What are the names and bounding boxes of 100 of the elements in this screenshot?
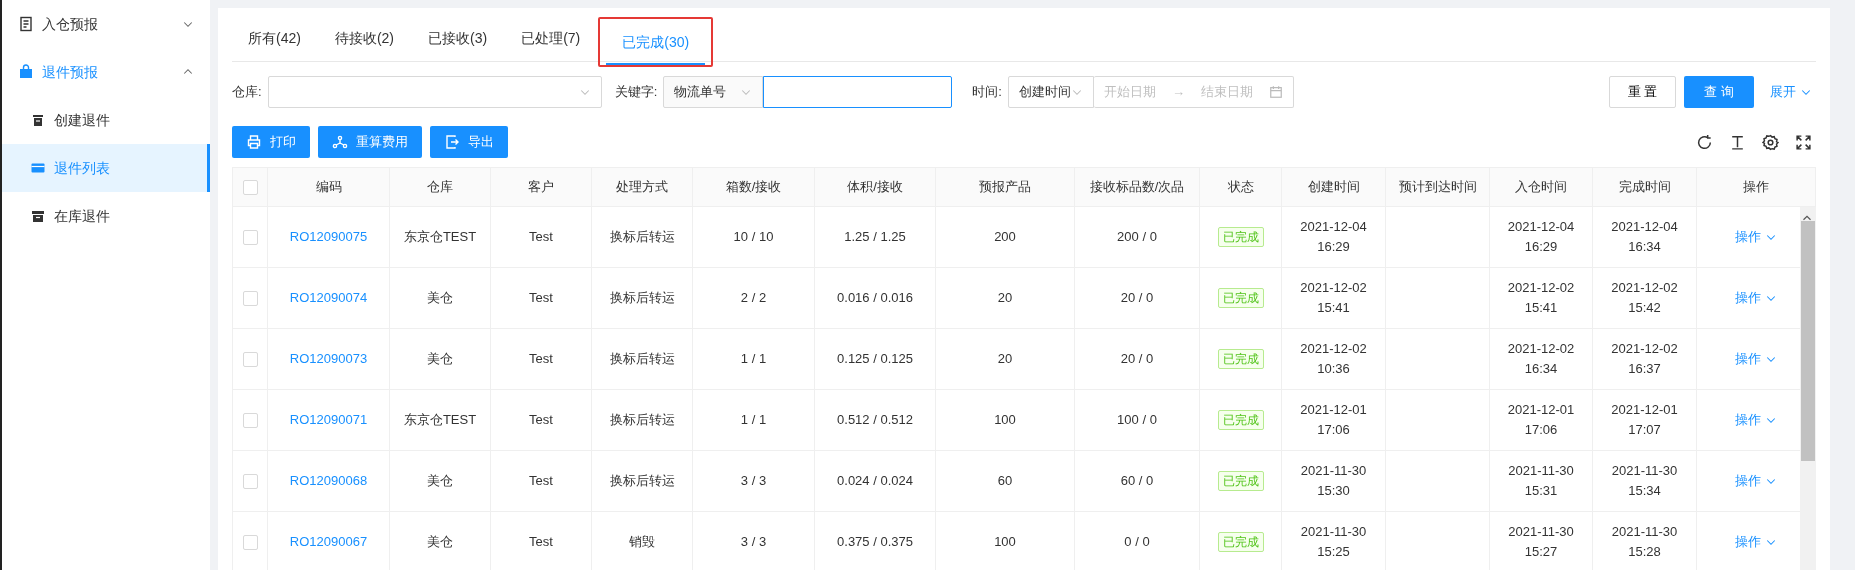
toolbar-button[interactable]: 打印 <box>232 126 310 158</box>
row-checkbox[interactable] <box>242 535 258 551</box>
column-header: 客户 <box>490 167 592 207</box>
reset-button[interactable]: 重 置 <box>1608 76 1677 108</box>
order-link[interactable]: RO12090075 <box>289 229 368 244</box>
row-checkbox[interactable] <box>242 413 258 429</box>
keyword-type-select[interactable]: 物流单号 <box>663 76 764 108</box>
table-cell: 100 <box>994 412 1016 427</box>
keyword-input[interactable] <box>763 76 953 108</box>
sidebar-item[interactable]: 入仓预报 <box>2 0 210 48</box>
time-label: 时间: <box>972 83 1002 102</box>
table-cell-text: 2021-11-30 15:34 <box>1610 462 1679 500</box>
tab[interactable]: 待接收(2) <box>318 15 411 61</box>
toolbar-button[interactable]: 重算费用 <box>318 126 422 158</box>
row-checkbox[interactable] <box>242 474 258 490</box>
status-tag: 已完成 <box>1217 410 1264 430</box>
table-cell-text: 2021-12-02 10:36 <box>1299 340 1368 378</box>
table-cell: 东京仓TEST <box>403 412 477 427</box>
table-cell: 东京仓TEST <box>403 229 477 244</box>
column-header: 处理方式 <box>591 167 693 207</box>
scrollbar-thumb[interactable] <box>1801 221 1815 461</box>
table-cell: 0.125 / 0.125 <box>837 351 913 366</box>
table-cell: Test <box>529 473 553 488</box>
row-checkbox[interactable] <box>242 230 258 246</box>
table-cell-text: 2021-11-30 15:31 <box>1507 462 1575 500</box>
time-type-select[interactable]: 创建时间 <box>1007 76 1094 108</box>
order-link[interactable]: RO12090074 <box>289 290 368 305</box>
printer-icon <box>246 134 262 150</box>
date-range-field[interactable]: 开始日期 → 结束日期 <box>1093 76 1294 108</box>
sidebar-item[interactable]: 在库退件 <box>2 192 210 240</box>
table-cell-text: 2021-12-01 17:06 <box>1299 401 1368 439</box>
table-cell: 60 <box>997 473 1013 488</box>
table-cell-text: 2021-11-30 15:27 <box>1507 523 1575 561</box>
expand-link[interactable]: 展开 <box>1770 82 1812 102</box>
row-checkbox[interactable] <box>242 291 258 307</box>
column-header: 预报产品 <box>935 167 1075 207</box>
status-tag: 已完成 <box>1217 227 1264 247</box>
sidebar-item[interactable]: 退件预报 <box>2 48 210 96</box>
table-cell-text: 2021-11-30 15:30 <box>1299 462 1368 500</box>
table-cell-text: 2021-12-02 15:41 <box>1506 279 1576 317</box>
order-link[interactable]: RO12090071 <box>289 412 368 427</box>
order-link[interactable]: RO12090067 <box>289 534 368 549</box>
table-cell: 100 / 0 <box>1117 412 1157 427</box>
row-checkbox[interactable] <box>242 352 258 368</box>
table-cell: 3 / 3 <box>740 473 767 488</box>
warehouse-select[interactable] <box>267 76 602 108</box>
table-cell: 美仓 <box>427 473 453 488</box>
table-cell: 200 <box>994 229 1016 244</box>
text-height-icon <box>1729 133 1746 151</box>
query-button[interactable]: 查 询 <box>1684 76 1754 108</box>
order-link[interactable]: RO12090068 <box>289 473 368 488</box>
action-dropdown[interactable]: 操作 <box>1735 227 1777 247</box>
export-icon <box>444 134 460 150</box>
table-cell-text: 2021-11-30 15:28 <box>1610 523 1679 561</box>
table-cell: 销毁 <box>629 534 655 549</box>
scrollbar[interactable] <box>1800 207 1816 570</box>
toolbar-button[interactable]: 导出 <box>430 126 508 158</box>
table-cell: 换标后转运 <box>609 473 675 488</box>
tab[interactable]: 已接收(3) <box>412 15 504 61</box>
table-cell: Test <box>529 351 553 366</box>
action-dropdown[interactable]: 操作 <box>1735 410 1777 430</box>
table-cell-text: 2021-12-02 15:42 <box>1610 279 1679 317</box>
table-cell: 3 / 3 <box>740 534 767 549</box>
column-header: 操作 <box>1696 167 1816 207</box>
action-dropdown[interactable]: 操作 <box>1735 288 1777 308</box>
sidebar-item[interactable]: 创建退件 <box>2 96 210 144</box>
table-cell-text: 2021-12-01 17:07 <box>1610 401 1679 439</box>
table-cell-text: 2021-12-02 15:41 <box>1299 279 1368 317</box>
bin-icon <box>30 112 46 128</box>
table-cell: 60 / 0 <box>1120 473 1154 488</box>
status-tag: 已完成 <box>1217 532 1264 552</box>
table-cell: 美仓 <box>427 534 453 549</box>
table-cell-text: 2021-12-01 17:06 <box>1506 401 1576 439</box>
table-cell: Test <box>529 229 553 244</box>
document-icon <box>18 16 34 32</box>
table-cell: Test <box>529 412 553 427</box>
table-cell: 美仓 <box>427 351 453 366</box>
table-cell: 10 / 10 <box>733 229 774 244</box>
action-dropdown[interactable]: 操作 <box>1735 471 1777 491</box>
calendar-icon <box>1268 85 1283 99</box>
column-header: 预计到达时间 <box>1385 167 1490 207</box>
action-dropdown[interactable]: 操作 <box>1735 349 1777 369</box>
box-icon <box>30 208 46 224</box>
order-link[interactable]: RO12090073 <box>289 351 368 366</box>
table-cell: 0.512 / 0.512 <box>837 412 913 427</box>
sidebar-item[interactable]: 退件列表 <box>2 144 210 192</box>
tab[interactable]: 已处理(7) <box>505 15 597 61</box>
keyword-label: 关键字: <box>614 83 658 102</box>
table-cell: 0.024 / 0.024 <box>837 473 913 488</box>
table-cell: 20 / 0 <box>1120 290 1154 305</box>
status-tag: 已完成 <box>1217 349 1264 369</box>
status-tag: 已完成 <box>1217 288 1264 308</box>
tab[interactable]: 所有(42) <box>232 15 317 61</box>
select-all-checkbox[interactable] <box>242 180 258 196</box>
action-dropdown[interactable]: 操作 <box>1735 532 1777 552</box>
tab[interactable]: 已完成(30) <box>606 19 706 65</box>
table-cell: 200 / 0 <box>1117 229 1157 244</box>
table-cell-text: 2021-12-02 16:37 <box>1610 340 1679 378</box>
nodes-icon <box>332 134 348 150</box>
table-cell: 100 <box>994 534 1016 549</box>
